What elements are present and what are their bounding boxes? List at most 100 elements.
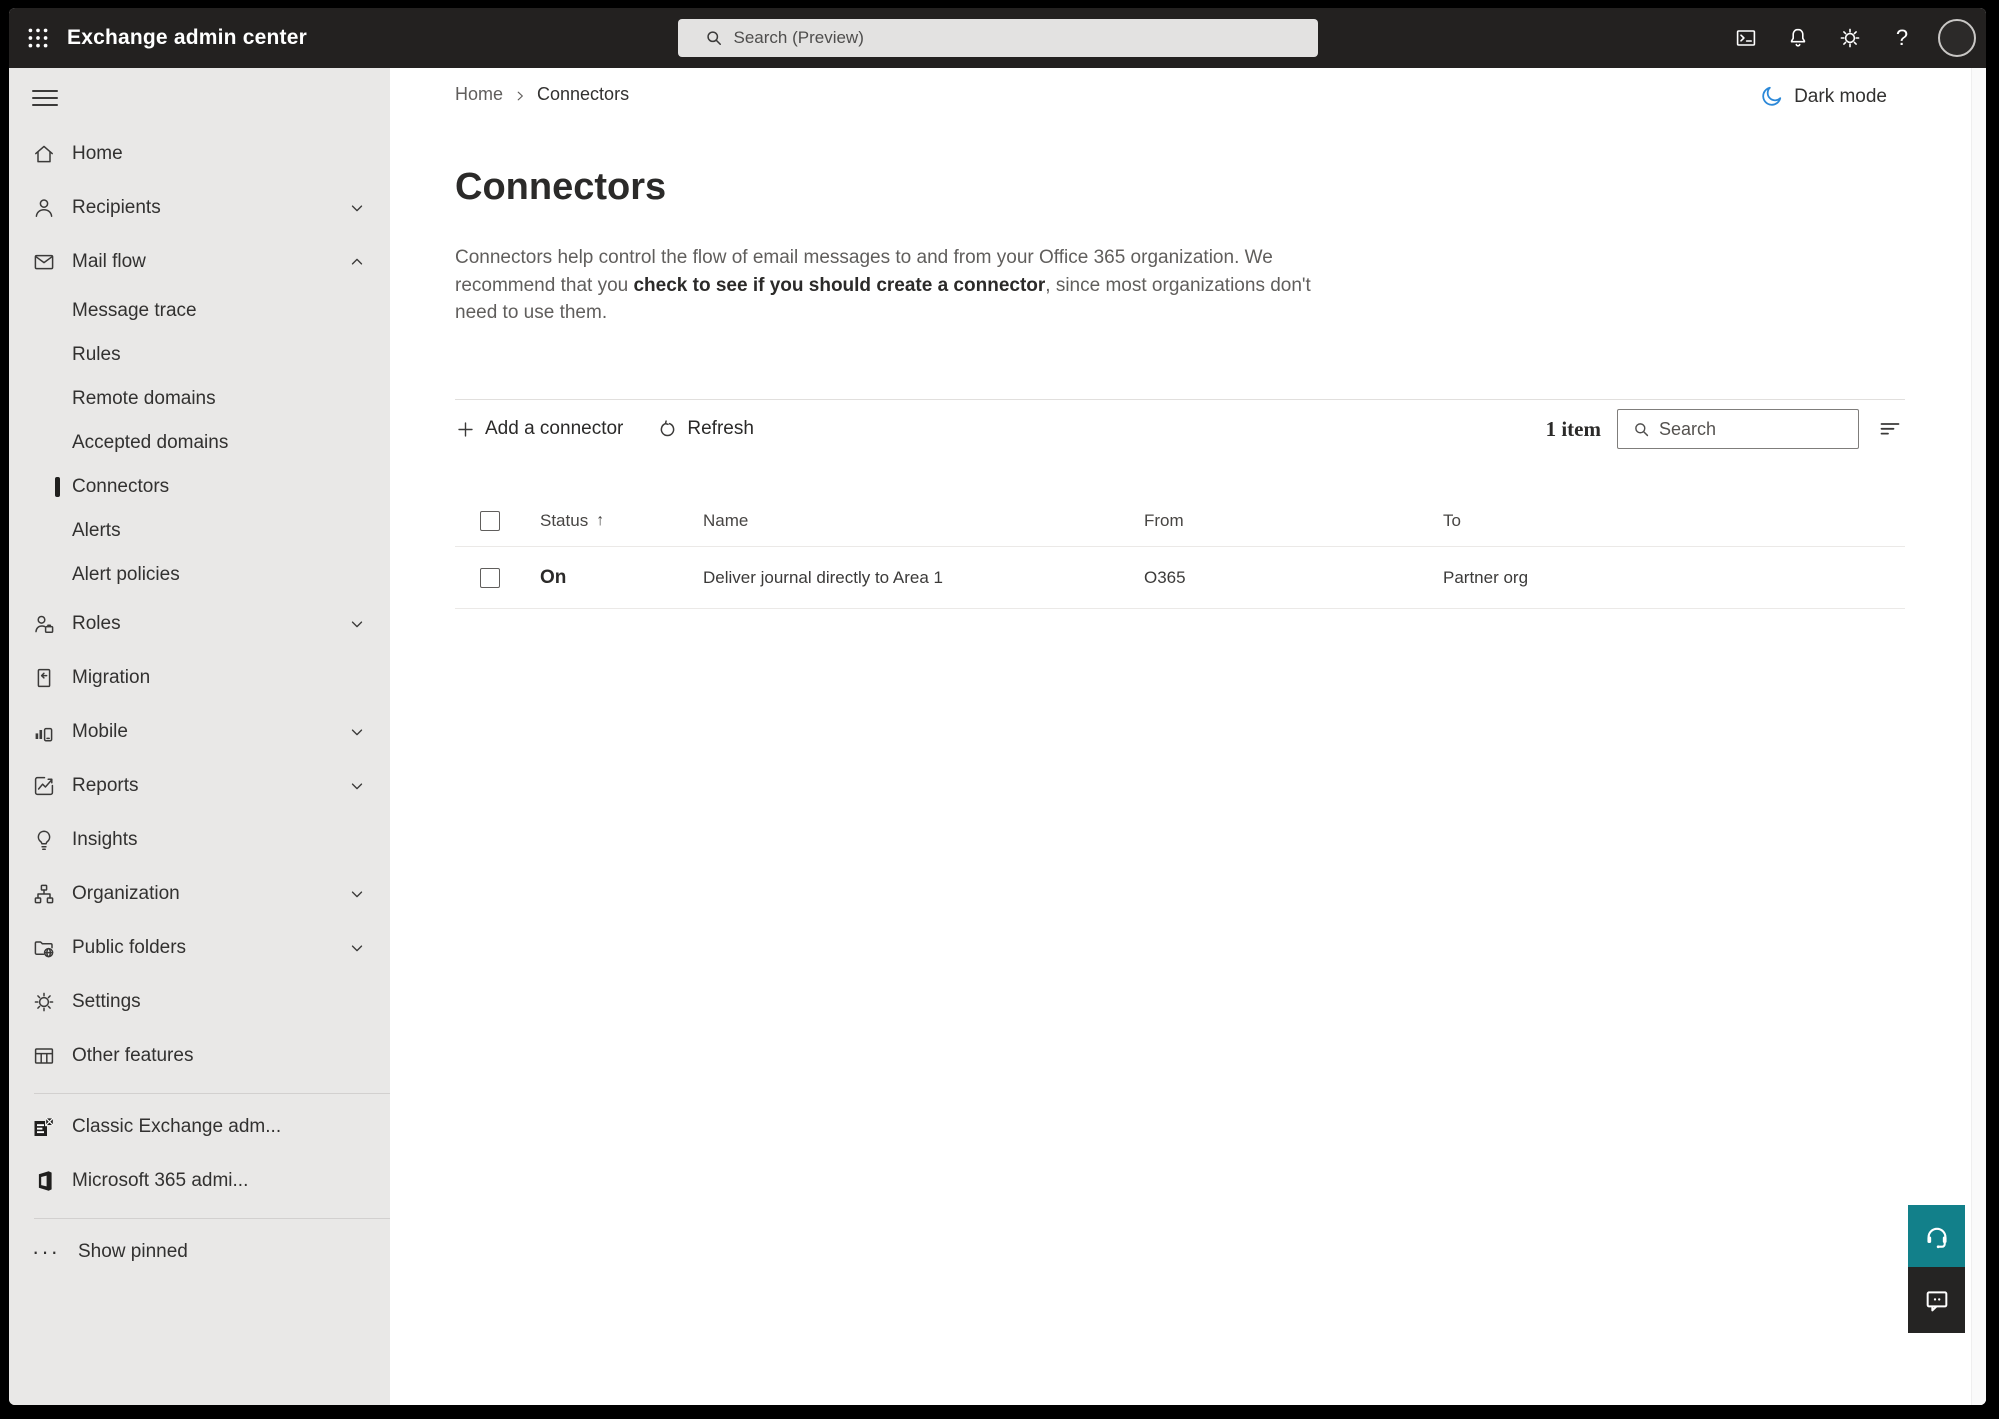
table-header: Status ↑ Name From To: [455, 495, 1905, 547]
help-icon: ?: [1895, 25, 1909, 50]
sidebar-item-accepted-domains[interactable]: Accepted domains: [9, 421, 390, 465]
gear-icon: [32, 990, 56, 1014]
sidebar-item-migration[interactable]: Migration: [9, 651, 390, 705]
sidebar-item-mobile[interactable]: Mobile: [9, 705, 390, 759]
row-status: On: [540, 567, 567, 588]
lightbulb-icon: [32, 828, 56, 852]
vertical-scrollbar[interactable]: [1971, 68, 1986, 1405]
gear-icon: [1840, 28, 1860, 48]
list-search-input[interactable]: [1659, 418, 1850, 440]
column-header-to[interactable]: To: [1443, 511, 1905, 531]
floating-actions: [1908, 1205, 1965, 1333]
breadcrumb: Home Connectors: [455, 84, 629, 105]
exchange-logo-icon: [32, 1115, 56, 1139]
sidebar-divider: [34, 1093, 390, 1094]
column-header-from[interactable]: From: [1144, 511, 1443, 531]
refresh-button[interactable]: Refresh: [657, 418, 754, 440]
table-row[interactable]: On Deliver journal directly to Area 1 O3…: [455, 548, 1905, 609]
list-search-box[interactable]: [1617, 409, 1859, 449]
page-description: Connectors help control the flow of emai…: [455, 247, 1311, 323]
migration-icon: [32, 666, 56, 690]
search-icon: [706, 31, 721, 45]
column-header-name[interactable]: Name: [703, 511, 1144, 531]
select-all-checkbox[interactable]: [480, 510, 500, 531]
sidebar-item-alerts[interactable]: Alerts: [9, 509, 390, 553]
sidebar-item-rules[interactable]: Rules: [9, 333, 390, 377]
app-launcher-button[interactable]: [9, 8, 67, 68]
row-to: Partner org: [1443, 568, 1529, 587]
mail-icon: [32, 250, 56, 274]
plus-icon: [458, 421, 473, 437]
chevron-down-icon: [348, 723, 366, 741]
ellipsis-icon: ···: [32, 1239, 60, 1264]
breadcrumb-home-link[interactable]: Home: [455, 84, 503, 105]
person-icon: [32, 196, 56, 220]
feedback-bubble-icon: [1926, 1291, 1947, 1312]
refresh-icon: [661, 419, 675, 436]
sidebar-item-organization[interactable]: Organization: [9, 867, 390, 921]
support-button[interactable]: [1908, 1205, 1965, 1267]
sidebar-item-mail-flow[interactable]: Mail flow: [9, 235, 390, 289]
filter-lines-icon: [1880, 423, 1900, 435]
sidebar-item-classic-exchange[interactable]: Classic Exchange adm...: [9, 1100, 390, 1154]
waffle-icon: [28, 28, 48, 48]
sidebar-item-message-trace[interactable]: Message trace: [9, 289, 390, 333]
left-nav: Home Recipients Mail flow Message trace …: [9, 68, 390, 1405]
show-pinned-button[interactable]: ··· Show pinned: [9, 1225, 390, 1279]
notifications-button[interactable]: [1772, 8, 1824, 68]
sidebar-item-roles[interactable]: Roles: [9, 597, 390, 651]
column-header-status[interactable]: Status ↑: [540, 511, 703, 531]
add-connector-button[interactable]: Add a connector: [455, 418, 623, 440]
sort-ascending-icon: ↑: [596, 511, 605, 529]
search-icon: [1635, 422, 1649, 436]
microsoft365-logo-icon: [32, 1169, 56, 1193]
global-search-box[interactable]: [677, 19, 1318, 57]
sidebar-item-recipients[interactable]: Recipients: [9, 181, 390, 235]
description-link[interactable]: check to see if you should create a conn…: [633, 275, 1045, 296]
sidebar-item-settings[interactable]: Settings: [9, 975, 390, 1029]
feedback-button[interactable]: [1908, 1267, 1965, 1333]
toolbar-divider: [455, 399, 1905, 400]
roles-icon: [32, 612, 56, 636]
chevron-up-icon: [348, 253, 366, 271]
exchange-admin-window: Exchange admin center Search (Preview) ?…: [9, 8, 1986, 1405]
sidebar-item-connectors[interactable]: Connectors: [9, 465, 390, 509]
help-button[interactable]: ?: [1876, 8, 1928, 68]
page-title: Connectors: [455, 166, 667, 208]
nav-collapse-button[interactable]: [32, 86, 62, 110]
dark-mode-label: Dark mode: [1794, 85, 1887, 107]
filter-button[interactable]: [1875, 414, 1905, 444]
sidebar-item-remote-domains[interactable]: Remote domains: [9, 377, 390, 421]
sidebar-item-other-features[interactable]: Other features: [9, 1029, 390, 1083]
chevron-down-icon: [348, 939, 366, 957]
reports-icon: [32, 774, 56, 798]
chevron-right-icon: [513, 89, 527, 103]
main-content: Home Connectors Dark mode Connectors Con…: [390, 68, 1986, 1405]
sidebar-item-home[interactable]: Home: [9, 127, 390, 181]
global-search-input[interactable]: [733, 28, 1306, 48]
sidebar-item-m365-admin[interactable]: Microsoft 365 admi...: [9, 1154, 390, 1208]
public-folders-icon: [32, 936, 56, 960]
chevron-down-icon: [348, 885, 366, 903]
home-icon: [32, 142, 56, 166]
sidebar-item-public-folders[interactable]: Public folders: [9, 921, 390, 975]
headset-icon: [1926, 1227, 1947, 1249]
breadcrumb-current: Connectors: [537, 84, 630, 104]
sidebar-divider: [34, 1218, 390, 1219]
settings-button[interactable]: [1824, 8, 1876, 68]
mobile-icon: [32, 720, 56, 744]
sidebar-item-reports[interactable]: Reports: [9, 759, 390, 813]
terminal-icon: [1736, 30, 1756, 46]
chevron-down-icon: [348, 615, 366, 633]
sidebar-item-insights[interactable]: Insights: [9, 813, 390, 867]
account-avatar[interactable]: [1938, 19, 1976, 57]
row-checkbox[interactable]: [480, 568, 500, 588]
powershell-button[interactable]: [1720, 8, 1772, 68]
topbar-actions: ?: [1720, 8, 1976, 68]
row-name: Deliver journal directly to Area 1: [703, 568, 944, 587]
sidebar-item-alert-policies[interactable]: Alert policies: [9, 553, 390, 597]
dark-mode-toggle[interactable]: Dark mode: [1759, 84, 1887, 109]
org-chart-icon: [32, 882, 56, 906]
top-bar: Exchange admin center Search (Preview) ?: [9, 8, 1986, 68]
app-title: Exchange admin center: [67, 26, 307, 49]
